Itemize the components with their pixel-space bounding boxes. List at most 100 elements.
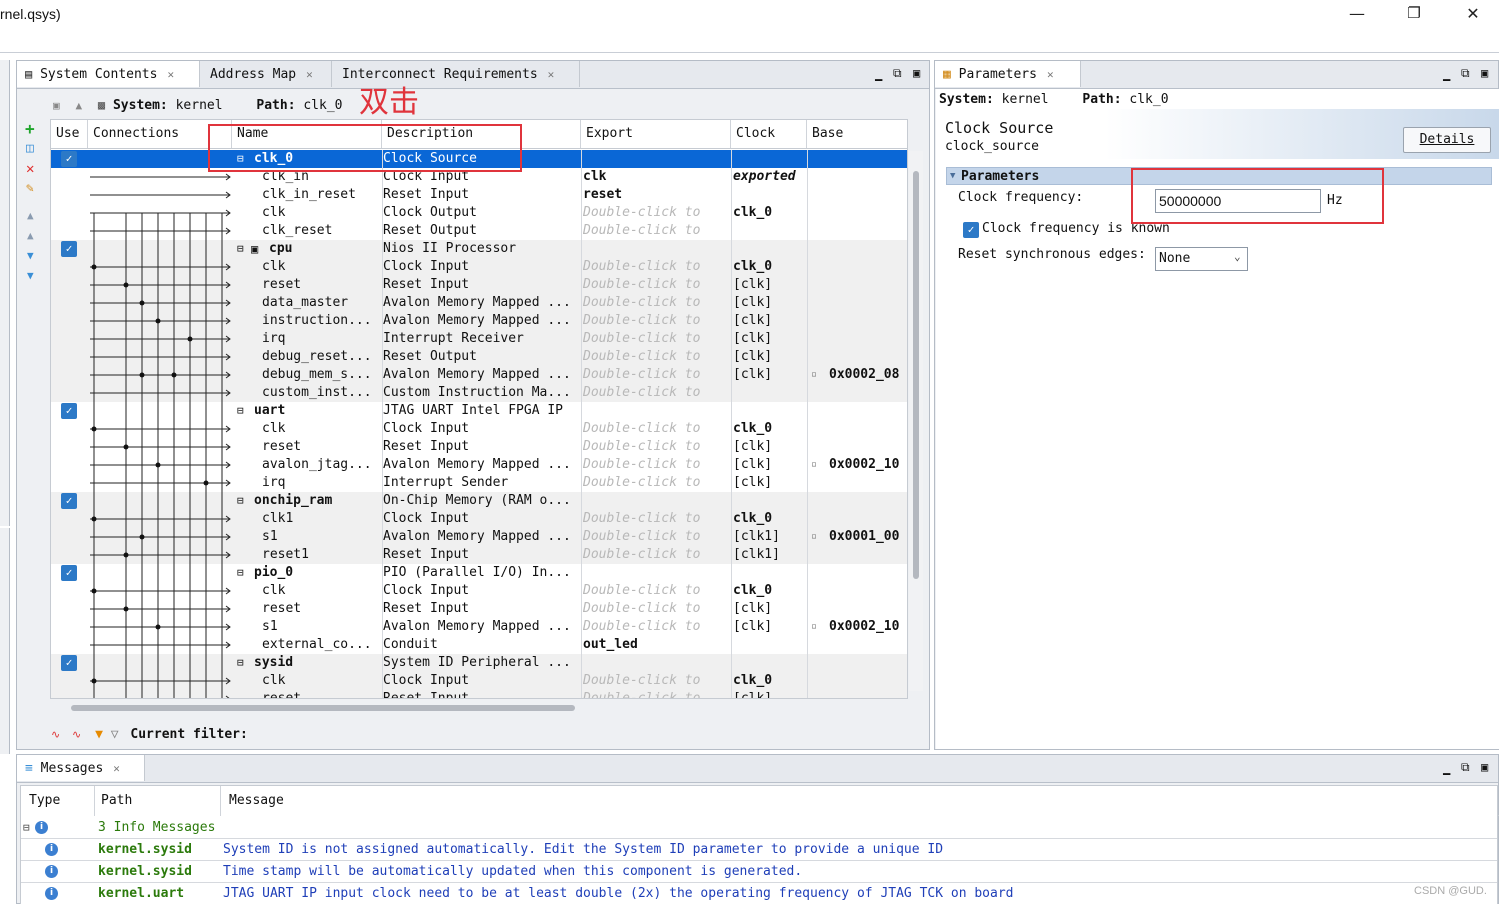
panel-minimize-icon[interactable]: ▁ [1443, 67, 1450, 81]
message-row[interactable]: i kernel.sysid System ID is not assigned… [21, 839, 1497, 861]
path-label: Path: [256, 98, 296, 113]
expand-all-icon[interactable]: ▲ [75, 99, 82, 112]
col-clock[interactable]: Clock [731, 120, 807, 148]
close-tab-icon[interactable]: ✕ [548, 68, 555, 81]
clock-cell: clk_0 [733, 259, 773, 274]
use-checkbox[interactable]: ✓ [61, 565, 77, 581]
vertical-scrollbar-thumb[interactable] [913, 171, 919, 579]
details-button[interactable]: Details [1403, 127, 1491, 153]
use-checkbox[interactable]: ✓ [61, 655, 77, 671]
clock-known-checkbox[interactable]: ✓ [963, 222, 979, 238]
col-use[interactable]: Use [51, 120, 88, 148]
left-collapsed-panel[interactable] [0, 60, 10, 526]
clock-cell: [clk] [733, 313, 773, 328]
message-group-row[interactable]: ⊟ i 3 Info Messages [21, 817, 1497, 839]
description-cell: Clock Input [383, 259, 470, 274]
base-address-cell [829, 672, 907, 690]
section-collapse-icon[interactable]: ▼ [950, 168, 955, 184]
export-cell: clk [583, 169, 607, 184]
panel-maximize-icon[interactable]: ▣ [1481, 760, 1488, 774]
panel-minimize-icon[interactable]: ▁ [875, 67, 882, 81]
tab-label: Parameters [958, 67, 1037, 82]
tab-address-map[interactable]: Address Map ✕ [202, 61, 332, 87]
base-address-cell [829, 582, 907, 600]
interface-name: clk_reset [262, 223, 333, 238]
collapse-node-icon[interactable]: ⊟ [237, 654, 251, 672]
description-cell: Reset Input [383, 691, 470, 699]
collapse-node-icon[interactable]: ⊟ [237, 564, 251, 582]
add-component-icon[interactable]: + [25, 119, 35, 138]
col-export[interactable]: Export [581, 120, 731, 148]
close-tab-icon[interactable]: ✕ [1047, 68, 1054, 81]
lock-icon[interactable]: ▫ [811, 366, 821, 384]
filter-icon[interactable]: ▼ [95, 727, 103, 742]
description-cell: Interrupt Sender [383, 475, 509, 490]
path-label: Path: [1082, 92, 1122, 107]
panel-maximize-icon[interactable]: ▣ [913, 66, 920, 80]
edit-icon[interactable]: ✎ [26, 181, 34, 196]
panel-restore-icon[interactable]: ⧉ [1461, 760, 1470, 775]
clock-cell [733, 150, 807, 168]
filter-reset-icon[interactable]: ∿ [72, 728, 81, 741]
lock-icon[interactable]: ▫ [811, 456, 821, 474]
system-value: kernel [1001, 92, 1049, 107]
interface-name: reset [262, 439, 302, 454]
message-row[interactable]: i kernel.sysid Time stamp will be automa… [21, 861, 1497, 883]
col-path[interactable]: Path [95, 786, 221, 816]
left-collapsed-panel-2[interactable] [0, 528, 10, 754]
horizontal-scrollbar-thumb[interactable] [71, 705, 575, 711]
panel-restore-icon[interactable]: ⧉ [1461, 66, 1470, 81]
close-tab-icon[interactable]: ✕ [167, 68, 174, 81]
move-down-icon[interactable]: ▼ [27, 249, 34, 262]
col-type[interactable]: Type [21, 786, 95, 816]
collapse-all-icon[interactable]: ▣ [53, 99, 60, 112]
message-row[interactable]: i kernel.uart JTAG UART IP input clock n… [21, 883, 1497, 904]
col-base[interactable]: Base [807, 120, 907, 148]
collapse-node-icon[interactable]: ⊟ [237, 240, 251, 258]
collapse-node-icon[interactable]: ⊟ [237, 492, 251, 510]
connection-dot [139, 300, 145, 306]
panel-restore-icon[interactable]: ⧉ [893, 66, 902, 81]
collapse-group-icon[interactable]: ⊟ [23, 817, 30, 839]
close-tab-icon[interactable]: ✕ [306, 68, 313, 81]
tab-messages[interactable]: ≡ Messages ✕ [17, 755, 145, 781]
move-bottom-icon[interactable]: ▼ [27, 269, 34, 282]
system-value: kernel [175, 98, 223, 113]
reset-edges-select[interactable]: None ⌄ [1155, 247, 1248, 271]
messages-panel: ≡ Messages ✕ ▁ ⧉ ▣ Type Path Message ⊟ i … [16, 754, 1499, 904]
close-window-icon[interactable]: ✕ [1458, 4, 1488, 26]
connections-graph[interactable] [88, 150, 232, 699]
filter-clear-icon[interactable]: ▽ [111, 727, 119, 742]
vertical-scrollbar-track[interactable] [909, 151, 923, 691]
use-checkbox[interactable]: ✓ [61, 493, 77, 509]
minimize-icon[interactable]: — [1342, 4, 1372, 26]
tab-system-contents[interactable]: ▤ System Contents ✕ [17, 61, 200, 87]
tab-interconnect-requirements[interactable]: Interconnect Requirements ✕ [334, 61, 580, 87]
description-cell: Reset Input [383, 601, 470, 616]
lock-icon[interactable]: ▫ [811, 618, 821, 636]
path-value: clk_0 [1129, 92, 1169, 107]
close-tab-icon[interactable]: ✕ [113, 762, 120, 775]
lock-icon[interactable]: ▫ [811, 528, 821, 546]
interface-name: debug_reset... [262, 349, 372, 364]
use-checkbox[interactable]: ✓ [61, 403, 77, 419]
clock-cell [733, 402, 807, 420]
description-cell: Interrupt Receiver [383, 331, 524, 346]
interface-name: s1 [262, 529, 278, 544]
remove-icon[interactable]: ✕ [26, 161, 34, 177]
panel-minimize-icon[interactable]: ▁ [1443, 761, 1450, 775]
collapse-node-icon[interactable]: ⊟ [237, 402, 251, 420]
copy-icon[interactable]: ◫ [26, 141, 34, 156]
panel-maximize-icon[interactable]: ▣ [1481, 66, 1488, 80]
use-checkbox[interactable]: ✓ [61, 241, 77, 257]
interface-name: instruction... [262, 313, 372, 328]
move-top-icon[interactable]: ▲ [27, 209, 34, 222]
interface-name: reset [262, 601, 302, 616]
use-checkbox[interactable]: ✓ [61, 151, 77, 167]
chevron-down-icon[interactable]: ⌄ [1234, 250, 1241, 263]
move-up-icon[interactable]: ▲ [27, 229, 34, 242]
filter-clock-icon[interactable]: ∿ [51, 728, 60, 741]
col-message[interactable]: Message [221, 786, 1497, 816]
maximize-icon[interactable]: ❐ [1399, 4, 1429, 26]
tab-parameters[interactable]: ▦ Parameters ✕ [935, 61, 1081, 87]
